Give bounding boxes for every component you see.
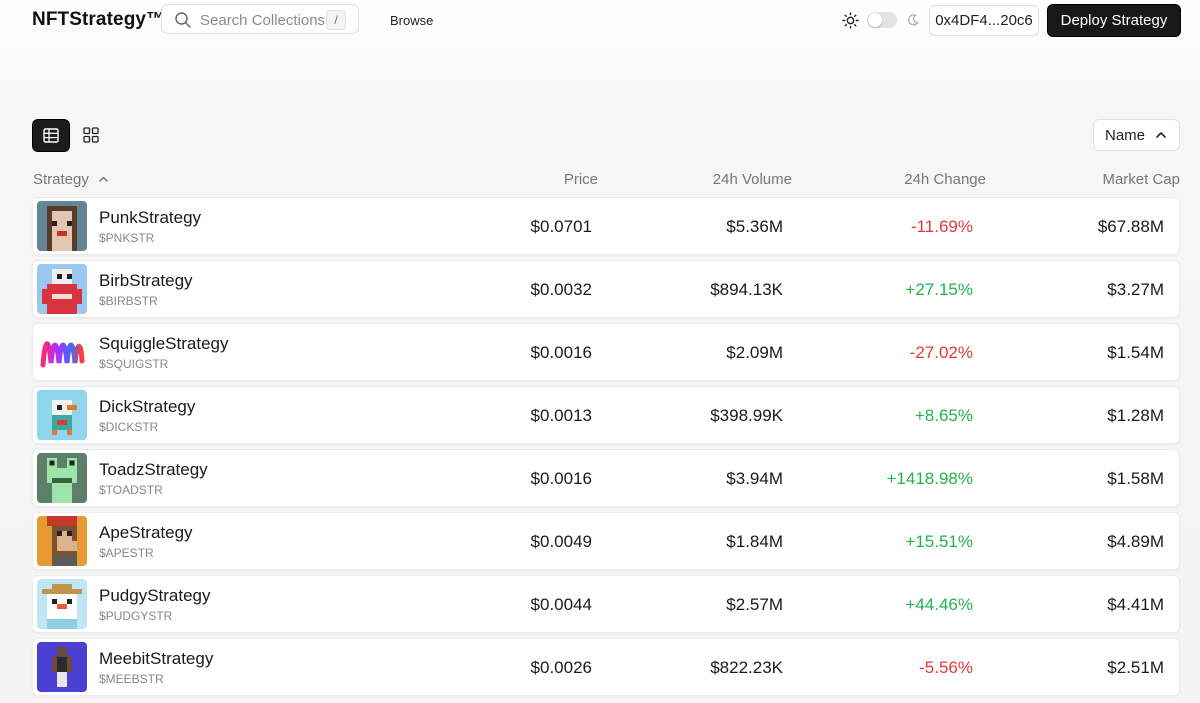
table-row[interactable]: SquiggleStrategy $SQUIGSTR $0.0016 $2.09… <box>32 323 1180 381</box>
strategy-volume: $3.94M <box>726 469 783 488</box>
search-input[interactable] <box>198 8 332 32</box>
strategy-name: DickStrategy <box>99 397 196 416</box>
sun-icon <box>842 12 859 29</box>
strategy-market-cap: $4.41M <box>1107 595 1164 614</box>
strategy-volume: $894.13K <box>710 280 783 299</box>
strategy-price: $0.0016 <box>530 469 592 488</box>
meebit-avatar <box>37 642 87 692</box>
pudgy-avatar <box>37 579 87 629</box>
strategy-market-cap: $67.88M <box>1097 217 1164 236</box>
strategy-ticker: $PNKSTR <box>99 231 155 245</box>
chevron-up-icon <box>1156 132 1166 138</box>
strategy-name: BirbStrategy <box>99 271 193 290</box>
strategy-ticker: $TOADSTR <box>99 483 163 497</box>
table-row[interactable]: ApeStrategy $APESTR $0.0049 $1.84M +15.5… <box>32 512 1180 570</box>
column-header-change[interactable]: 24h Change <box>904 171 986 188</box>
strategy-name: SquiggleStrategy <box>99 334 229 353</box>
strategy-change: +27.15% <box>905 280 973 299</box>
strategy-price: $0.0026 <box>530 658 592 677</box>
strategy-change: +44.46% <box>905 595 973 614</box>
ape-avatar <box>37 516 87 566</box>
wallet-address-button[interactable]: 0x4DF4...20c6 <box>929 5 1039 36</box>
table-header: Strategy Price 24h Volume 24h Change Mar… <box>0 168 1200 190</box>
column-header-price[interactable]: Price <box>564 171 598 188</box>
table-row[interactable]: ToadzStrategy $TOADSTR $0.0016 $3.94M +1… <box>32 449 1180 507</box>
nav-browse-link[interactable]: Browse <box>390 13 433 28</box>
birb-avatar <box>37 264 87 314</box>
strategy-change: -11.69% <box>910 217 973 236</box>
sort-asc-icon[interactable] <box>98 175 109 183</box>
strategy-change: +8.65% <box>914 406 973 425</box>
toadz-avatar <box>37 453 87 503</box>
strategy-name: ApeStrategy <box>99 523 193 542</box>
strategy-name: PunkStrategy <box>99 208 202 227</box>
dick-avatar <box>37 390 87 440</box>
grid-view-icon[interactable] <box>83 127 99 143</box>
deploy-strategy-button[interactable]: Deploy Strategy <box>1048 5 1180 36</box>
strategy-volume: $1.84M <box>726 532 783 551</box>
strategy-name: PudgyStrategy <box>99 586 211 605</box>
strategy-price: $0.0049 <box>530 532 592 551</box>
strategy-market-cap: $1.54M <box>1107 343 1164 362</box>
strategy-ticker: $DICKSTR <box>99 420 159 434</box>
strategy-price: $0.0032 <box>530 280 592 299</box>
column-header-volume[interactable]: 24h Volume <box>713 171 792 188</box>
sort-dropdown-label: Name <box>1105 127 1146 144</box>
strategy-name: ToadzStrategy <box>99 460 208 479</box>
toggle-knob <box>868 13 882 27</box>
strategy-ticker: $MEEBSTR <box>99 672 164 686</box>
strategy-table-body: PunkStrategy $PNKSTR $0.0701 $5.36M -11.… <box>32 197 1180 701</box>
strategy-ticker: $SQUIGSTR <box>99 357 169 371</box>
punk-avatar <box>37 201 87 251</box>
strategy-market-cap: $3.27M <box>1107 280 1164 299</box>
strategy-ticker: $APESTR <box>99 546 154 560</box>
table-row[interactable]: BirbStrategy $BIRBSTR $0.0032 $894.13K +… <box>32 260 1180 318</box>
brand-logo[interactable]: NFTStrategy™ <box>32 9 165 31</box>
table-view-icon <box>43 128 59 143</box>
table-row[interactable]: PunkStrategy $PNKSTR $0.0701 $5.36M -11.… <box>32 197 1180 255</box>
strategy-price: $0.0044 <box>530 595 592 614</box>
strategy-volume: $822.23K <box>710 658 783 677</box>
strategy-market-cap: $2.51M <box>1107 658 1164 677</box>
table-row[interactable]: DickStrategy $DICKSTR $0.0013 $398.99K +… <box>32 386 1180 444</box>
strategy-volume: $2.09M <box>726 343 783 362</box>
strategy-volume: $398.99K <box>710 406 783 425</box>
strategy-market-cap: $1.58M <box>1107 469 1164 488</box>
strategy-market-cap: $1.28M <box>1107 406 1164 425</box>
top-bar: NFTStrategy™ / Browse 0x4DF4...20c6 Depl… <box>0 0 1200 42</box>
table-view-button[interactable] <box>33 120 69 151</box>
strategy-volume: $2.57M <box>726 595 783 614</box>
strategy-change: +1418.98% <box>886 469 974 488</box>
strategy-market-cap: $4.89M <box>1107 532 1164 551</box>
squiggle-avatar <box>37 327 87 377</box>
strategy-price: $0.0701 <box>530 217 592 236</box>
strategy-ticker: $PUDGYSTR <box>99 609 173 623</box>
theme-toggle-switch[interactable] <box>867 12 897 28</box>
column-header-market-cap[interactable]: Market Cap <box>1102 171 1180 188</box>
table-row[interactable]: MeebitStrategy $MEEBSTR $0.0026 $822.23K… <box>32 638 1180 696</box>
strategy-price: $0.0013 <box>530 406 592 425</box>
table-row[interactable]: PudgyStrategy $PUDGYSTR $0.0044 $2.57M +… <box>32 575 1180 633</box>
search-icon <box>175 12 191 28</box>
sort-dropdown[interactable]: Name <box>1093 119 1180 151</box>
strategy-change: -5.56% <box>919 658 973 677</box>
strategy-price: $0.0016 <box>530 343 592 362</box>
strategy-change: -27.02% <box>909 343 973 362</box>
strategy-ticker: $BIRBSTR <box>99 294 158 308</box>
column-header-strategy[interactable]: Strategy <box>33 171 89 188</box>
search-shortcut-key: / <box>326 10 346 30</box>
moon-icon <box>908 14 919 26</box>
search-box[interactable]: / <box>161 4 359 34</box>
strategy-volume: $5.36M <box>726 217 783 236</box>
strategy-change: +15.51% <box>905 532 973 551</box>
strategy-name: MeebitStrategy <box>99 649 214 668</box>
